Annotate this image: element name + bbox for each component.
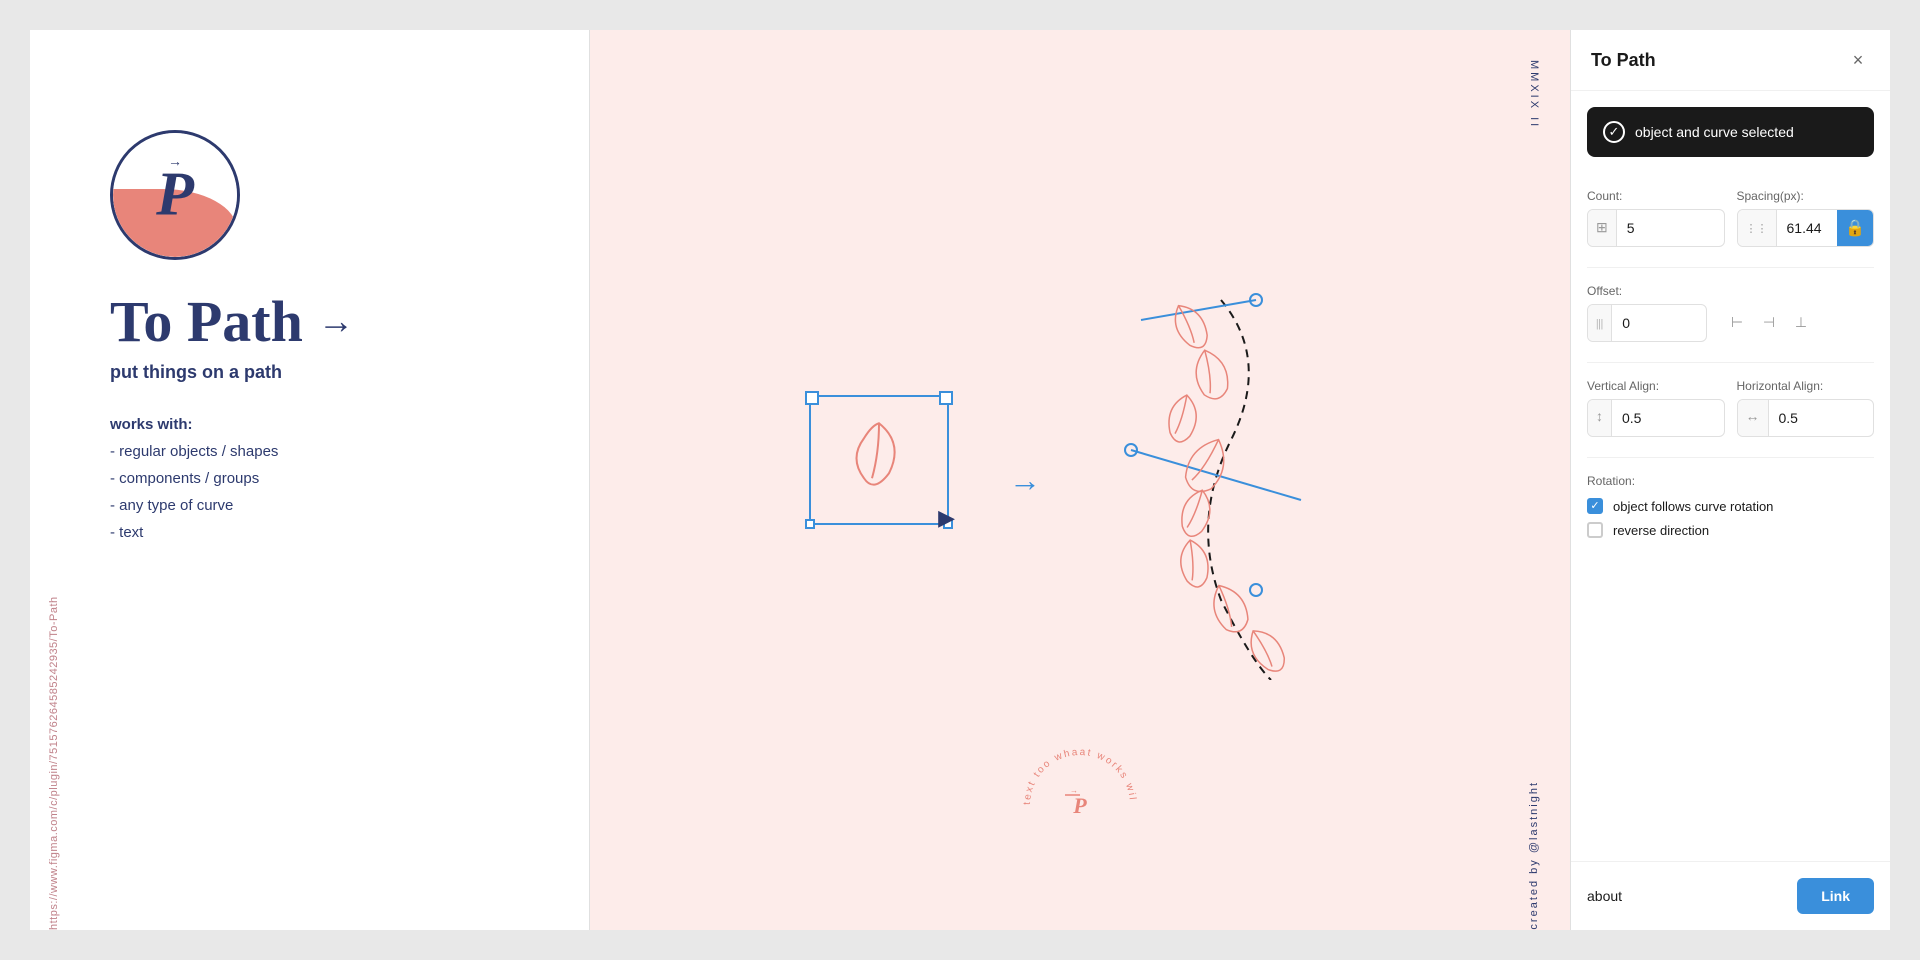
divider-1 bbox=[1587, 267, 1874, 268]
offset-section: Offset: ||| 0 ⊢ ⊣ ⊥ bbox=[1587, 284, 1874, 342]
vertical-align-input[interactable]: ↕ 0.5 bbox=[1587, 399, 1725, 437]
url-sidebar: https://www.figma.com/c/plugin/751576264… bbox=[48, 30, 60, 930]
circle-text-bottom: text too whaat works wil P → bbox=[1010, 735, 1150, 880]
offset-label: Offset: bbox=[1587, 284, 1874, 298]
leaves-area bbox=[1101, 280, 1351, 680]
leaf-inside bbox=[844, 413, 914, 498]
spacing-value: 61.44 bbox=[1777, 210, 1838, 246]
works-with-label: works with: bbox=[110, 411, 539, 438]
status-bar: ✓ object and curve selected bbox=[1587, 107, 1874, 157]
works-item-4: - text bbox=[110, 519, 539, 546]
title-text: To Path bbox=[110, 290, 303, 354]
status-text: object and curve selected bbox=[1635, 124, 1794, 140]
divider-2 bbox=[1587, 362, 1874, 363]
link-button[interactable]: Link bbox=[1797, 878, 1874, 914]
spacing-input-wrap[interactable]: ⋮⋮ 61.44 🔒 bbox=[1737, 209, 1875, 247]
follows-curve-row[interactable]: ✓ object follows curve rotation bbox=[1587, 498, 1874, 514]
works-section: works with: - regular objects / shapes -… bbox=[110, 411, 539, 546]
follows-curve-label: object follows curve rotation bbox=[1613, 499, 1773, 514]
cursor-icon: ▶ bbox=[938, 505, 955, 531]
spacing-label: Spacing(px): bbox=[1737, 189, 1875, 203]
main-title: To Path → bbox=[110, 290, 539, 354]
close-button[interactable]: × bbox=[1846, 48, 1870, 72]
vertical-align-icon: ↕ bbox=[1588, 400, 1612, 436]
title-section: To Path → put things on a path works wit… bbox=[110, 290, 539, 546]
rotation-section: Rotation: ✓ object follows curve rotatio… bbox=[1587, 474, 1874, 546]
horizontal-align-group: Horizontal Align: ↔ 0.5 bbox=[1737, 379, 1875, 437]
align-left-icon[interactable]: ⊢ bbox=[1723, 309, 1751, 337]
subtitle: put things on a path bbox=[110, 362, 539, 383]
title-arrow: → bbox=[318, 302, 354, 342]
object-box-container: ▶ bbox=[809, 395, 949, 525]
logo-arrow-small: → bbox=[168, 155, 182, 171]
main-canvas: https://www.figma.com/c/plugin/751576264… bbox=[30, 30, 1890, 930]
leaves-path-svg bbox=[1101, 280, 1351, 680]
svg-text:→: → bbox=[1070, 786, 1078, 795]
reverse-direction-checkbox[interactable] bbox=[1587, 522, 1603, 538]
offset-value: 0 bbox=[1612, 305, 1706, 341]
spacing-group: Spacing(px): ⋮⋮ 61.44 🔒 bbox=[1737, 189, 1875, 247]
count-value: 5 bbox=[1617, 210, 1724, 246]
align-right-icon[interactable]: ⊥ bbox=[1787, 309, 1815, 337]
center-canvas: MMXIX II created by @lastnight bbox=[590, 30, 1570, 930]
reverse-direction-row[interactable]: reverse direction bbox=[1587, 522, 1874, 538]
status-check-icon: ✓ bbox=[1603, 121, 1625, 143]
horizontal-align-icon: ↔ bbox=[1738, 400, 1769, 436]
align-icons: ⊢ ⊣ ⊥ bbox=[1723, 309, 1815, 337]
arrow-between: → bbox=[1009, 462, 1041, 499]
left-panel: https://www.figma.com/c/plugin/751576264… bbox=[30, 30, 590, 930]
count-icon: ⊞ bbox=[1588, 210, 1617, 246]
about-text: about bbox=[1587, 888, 1622, 904]
spacing-icon: ⋮⋮ bbox=[1738, 210, 1777, 246]
logo-circle: → P bbox=[110, 130, 240, 260]
spacing-lock-button[interactable]: 🔒 bbox=[1837, 210, 1873, 246]
horizontal-align-value: 0.5 bbox=[1769, 400, 1874, 436]
horizontal-align-input[interactable]: ↔ 0.5 bbox=[1737, 399, 1875, 437]
count-input-wrap[interactable]: ⊞ 5 bbox=[1587, 209, 1725, 247]
follows-curve-checkbox[interactable]: ✓ bbox=[1587, 498, 1603, 514]
rotation-label: Rotation: bbox=[1587, 474, 1874, 488]
corner-bl bbox=[805, 519, 815, 529]
offset-input-wrap[interactable]: ||| 0 bbox=[1587, 304, 1707, 342]
align-section: Vertical Align: ↕ 0.5 Horizontal Align: … bbox=[1587, 379, 1874, 437]
plugin-title: To Path bbox=[1591, 50, 1656, 71]
horizontal-align-label: Horizontal Align: bbox=[1737, 379, 1875, 393]
right-panel: To Path × ✓ object and curve selected Co… bbox=[1570, 30, 1890, 930]
count-label: Count: bbox=[1587, 189, 1725, 203]
vertical-align-value: 0.5 bbox=[1612, 400, 1724, 436]
plugin-footer: about Link bbox=[1571, 861, 1890, 930]
logo-circle-inner: → P bbox=[113, 133, 237, 257]
works-item-2: - components / groups bbox=[110, 465, 539, 492]
count-spacing-row: Count: ⊞ 5 Spacing(px): ⋮⋮ 61.44 bbox=[1587, 189, 1874, 247]
count-spacing-section: Count: ⊞ 5 Spacing(px): ⋮⋮ 61.44 bbox=[1587, 189, 1874, 263]
outer-frame: https://www.figma.com/c/plugin/751576264… bbox=[0, 0, 1920, 960]
count-group: Count: ⊞ 5 bbox=[1587, 189, 1725, 247]
offset-icon: ||| bbox=[1588, 305, 1612, 341]
offset-controls: ||| 0 ⊢ ⊣ ⊥ bbox=[1587, 304, 1874, 342]
vertical-align-label: Vertical Align: bbox=[1587, 379, 1725, 393]
vertical-align-group: Vertical Align: ↕ 0.5 bbox=[1587, 379, 1725, 437]
object-box: ▶ bbox=[809, 395, 949, 525]
align-center-icon[interactable]: ⊣ bbox=[1755, 309, 1783, 337]
plugin-header: To Path × bbox=[1571, 30, 1890, 91]
svg-text:P: P bbox=[1072, 793, 1087, 818]
plugin-body: Count: ⊞ 5 Spacing(px): ⋮⋮ 61.44 bbox=[1571, 157, 1890, 861]
reverse-direction-label: reverse direction bbox=[1613, 523, 1709, 538]
divider-3 bbox=[1587, 457, 1874, 458]
works-item-3: - any type of curve bbox=[110, 492, 539, 519]
works-item-1: - regular objects / shapes bbox=[110, 438, 539, 465]
